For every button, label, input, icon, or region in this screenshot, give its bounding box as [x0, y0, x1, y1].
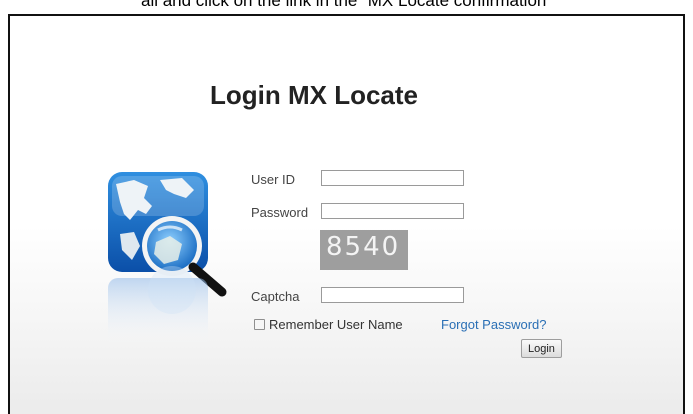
forgot-password-link[interactable]: Forgot Password? [441, 317, 547, 332]
login-button[interactable]: Login [521, 339, 562, 358]
captcha-image-text: 8540 [326, 232, 401, 262]
instruction-caption: ail and click on the link in the “MX Loc… [140, 0, 553, 10]
captcha-input[interactable] [321, 287, 464, 303]
remember-user-name[interactable]: Remember User Name [254, 317, 403, 332]
password-input[interactable] [321, 203, 464, 219]
captcha-image: 8540 [320, 230, 408, 270]
user-id-label: User ID [251, 172, 296, 187]
password-label: Password [251, 205, 309, 220]
captcha-label: Captcha [251, 289, 300, 304]
globe-magnifier-icon [90, 150, 230, 360]
remember-checkbox[interactable] [254, 319, 265, 330]
page-title: Login MX Locate [210, 80, 418, 110]
remember-label: Remember User Name [269, 317, 403, 332]
user-id-input[interactable] [321, 170, 464, 186]
